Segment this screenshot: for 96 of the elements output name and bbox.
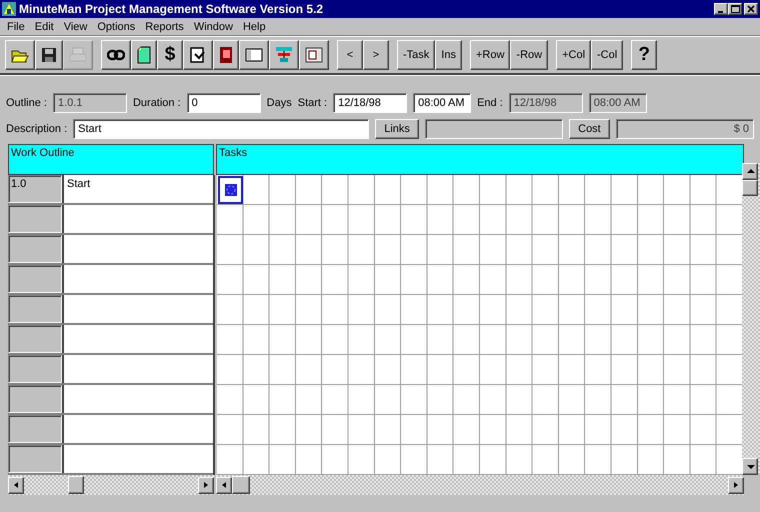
field-label: Outline : xyxy=(6,97,47,109)
scroll-left-button[interactable] xyxy=(8,476,24,494)
toolbar-button[interactable]: Ins xyxy=(435,40,462,70)
description-cell[interactable] xyxy=(62,445,214,473)
column-header: Tasks xyxy=(216,144,744,175)
input-field[interactable]: 0 xyxy=(186,93,261,113)
window-icon xyxy=(245,47,263,63)
outline-cell[interactable] xyxy=(8,355,62,383)
field-label: End : xyxy=(477,97,503,109)
maximize-button[interactable] xyxy=(728,3,742,15)
menu-item[interactable]: Reports xyxy=(140,20,189,32)
column-header: Work Outline xyxy=(8,144,214,175)
input-field[interactable]: 08:00 AM xyxy=(588,93,647,113)
form-button[interactable]: Links xyxy=(375,119,419,139)
toolbar-button[interactable]: ? xyxy=(631,40,658,70)
arrow-icon xyxy=(12,480,20,490)
menu-item[interactable]: Window xyxy=(188,20,238,32)
description-cell[interactable] xyxy=(62,355,214,383)
input-field[interactable]: 1.0.1 xyxy=(52,93,127,113)
outline-cell[interactable] xyxy=(8,205,62,233)
menu-item[interactable]: Options xyxy=(92,20,140,32)
scroll-thumb[interactable] xyxy=(742,180,758,196)
maximize-icon xyxy=(730,5,740,13)
book-icon xyxy=(219,46,233,64)
toolbar-button[interactable] xyxy=(101,40,131,70)
note-icon xyxy=(137,46,151,64)
close-icon xyxy=(747,5,755,13)
menu-item[interactable]: Edit xyxy=(30,20,59,32)
vertical-scrollbar[interactable] xyxy=(742,163,760,475)
toolbar-button[interactable] xyxy=(239,40,269,70)
toolbar-button[interactable] xyxy=(35,40,63,70)
toolbar-button[interactable] xyxy=(5,40,35,70)
outline-cell[interactable] xyxy=(8,265,62,293)
scroll-down-button[interactable] xyxy=(742,458,758,475)
description-cell[interactable] xyxy=(62,415,214,443)
close-button[interactable] xyxy=(744,3,758,15)
milestone-marker[interactable] xyxy=(218,176,244,204)
scroll-thumb[interactable] xyxy=(232,476,250,494)
input-field[interactable]: 12/18/98 xyxy=(508,93,583,113)
scroll-right-button[interactable] xyxy=(198,476,214,494)
description-cell[interactable] xyxy=(62,325,214,353)
field-label: Days xyxy=(266,97,292,109)
description-cell[interactable] xyxy=(62,265,214,293)
toolbar-button[interactable] xyxy=(269,40,299,70)
field-label: Start : xyxy=(298,97,328,109)
toolbar-button[interactable] xyxy=(183,40,213,70)
outline-cell[interactable] xyxy=(8,325,62,353)
task-row[interactable] xyxy=(217,175,742,205)
input-field[interactable]: Start xyxy=(73,119,370,139)
description-cell[interactable] xyxy=(62,235,214,263)
toolbar-button[interactable]: > xyxy=(363,40,389,70)
scroll-right-button[interactable] xyxy=(728,476,744,494)
scroll-left-button[interactable] xyxy=(216,476,232,494)
toolbar-button[interactable]: $ xyxy=(157,40,183,70)
input-field[interactable] xyxy=(424,119,564,139)
dialog-icon xyxy=(305,47,323,63)
field-label: Duration : xyxy=(132,97,181,109)
toolbar-button[interactable]: < xyxy=(337,40,363,70)
outline-cell[interactable] xyxy=(8,445,62,473)
horizontal-scrollbar[interactable] xyxy=(216,475,744,495)
outline-cell[interactable]: 1.0 xyxy=(8,175,62,203)
input-field[interactable]: $ 0 xyxy=(616,119,754,139)
description-cell[interactable] xyxy=(62,295,214,323)
toolbar-button[interactable]: -Task xyxy=(397,40,436,70)
task-icon xyxy=(189,46,207,64)
field-label: Description : xyxy=(6,123,68,135)
toolbar-button[interactable]: -Col xyxy=(591,40,624,70)
description-cell[interactable]: Start xyxy=(62,175,214,203)
scroll-up-button[interactable] xyxy=(742,163,758,180)
menu-item[interactable]: Help xyxy=(238,20,271,32)
window-title: MinuteMan Project Management Software Version 5.2 xyxy=(19,2,324,16)
form-button[interactable]: Cost xyxy=(569,119,610,139)
toolbar-button[interactable]: +Row xyxy=(470,40,510,70)
outline-cell[interactable] xyxy=(8,235,62,263)
milestone-icon xyxy=(224,183,238,197)
toolbar-button[interactable] xyxy=(131,40,157,70)
chart-icon xyxy=(275,46,293,64)
printer-icon xyxy=(69,47,87,63)
description-cell[interactable] xyxy=(62,385,214,413)
toolbar-button[interactable]: -Row xyxy=(510,40,548,70)
scroll-thumb[interactable] xyxy=(68,476,84,494)
input-field[interactable]: 12/18/98 xyxy=(333,93,408,113)
toolbar-button[interactable] xyxy=(213,40,239,70)
toolbar-button[interactable]: +Col xyxy=(556,40,592,70)
app-icon xyxy=(2,2,16,16)
description-cell[interactable] xyxy=(62,205,214,233)
menu-item[interactable]: View xyxy=(58,20,92,32)
outline-cell[interactable] xyxy=(8,295,62,323)
outline-cell[interactable] xyxy=(8,385,62,413)
menu-item[interactable]: File xyxy=(2,20,30,32)
outline-cell[interactable] xyxy=(8,415,62,443)
horizontal-scrollbar[interactable] xyxy=(8,475,214,495)
toolbar-button[interactable] xyxy=(299,40,329,70)
chain-link-icon xyxy=(107,48,125,62)
minimize-button[interactable] xyxy=(714,3,728,15)
input-field[interactable]: 08:00 AM xyxy=(413,93,472,113)
